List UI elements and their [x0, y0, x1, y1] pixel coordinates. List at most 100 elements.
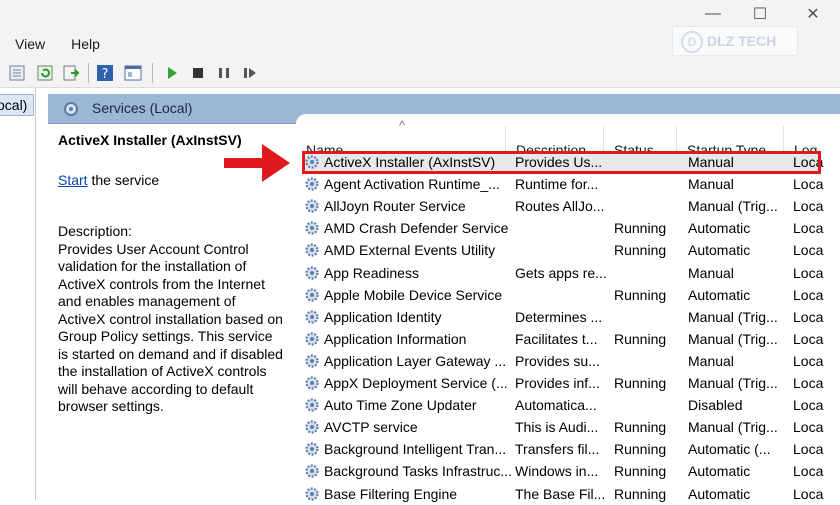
table-row[interactable]: Agent Activation Runtime_... Runtime for.… — [296, 173, 840, 195]
service-name-cell: AMD External Events Utility — [324, 242, 496, 259]
service-startup-type-cell: Manual (Trig... — [688, 308, 778, 325]
service-status-cell: Running — [614, 242, 667, 259]
service-log-on-cell: Loca — [793, 154, 824, 170]
tree-item-services-local[interactable]: ocal) — [0, 94, 34, 116]
table-row[interactable]: AMD External Events Utility Running Automa… — [296, 239, 840, 261]
service-description-cell: Routes AllJo... — [515, 198, 605, 215]
table-row[interactable]: AppX Deployment Service (... Provides inf… — [296, 372, 840, 394]
toolbar: ? — [0, 58, 840, 88]
table-row[interactable]: Application Layer Gateway ... Provides su… — [296, 350, 840, 372]
service-startup-type-cell: Manual — [688, 176, 734, 193]
service-gear-icon — [305, 155, 319, 169]
table-row[interactable]: ActiveX Installer (AxInstSV) Provides Us.… — [296, 151, 840, 173]
table-row[interactable]: AllJoyn Router Service Routes AllJo... Man… — [296, 195, 840, 217]
service-description-cell: Provides inf... — [515, 375, 600, 391]
menu-view[interactable]: View — [7, 36, 53, 52]
table-row[interactable]: Auto Time Zone Updater Automatica... Disab… — [296, 394, 840, 416]
service-status-cell: Running — [614, 441, 667, 458]
table-row[interactable]: AMD Crash Defender Service Running Automat… — [296, 217, 840, 239]
service-status-cell: Running — [614, 286, 667, 303]
table-row[interactable]: Application Identity Determines ... Manual… — [296, 306, 840, 328]
service-gear-icon — [305, 243, 319, 257]
service-gear-icon — [305, 420, 319, 434]
properties-icon[interactable] — [8, 64, 26, 82]
restart-service-icon[interactable] — [241, 64, 259, 82]
menu-help[interactable]: Help — [63, 36, 108, 52]
start-service-link[interactable]: Start — [58, 172, 88, 188]
help-icon[interactable]: ? — [96, 64, 114, 82]
service-gear-icon — [305, 354, 319, 368]
service-name-cell: Base Filtering Engine — [324, 485, 458, 502]
service-gear-icon — [305, 442, 319, 456]
service-log-on-cell: Loca — [793, 463, 824, 480]
service-name-cell: Agent Activation Runtime_... — [324, 176, 500, 193]
service-name-cell: Auto Time Zone Updater — [324, 397, 477, 414]
service-description-cell: Provides Us... — [515, 154, 603, 170]
service-description-cell: The Base Fil... — [515, 485, 606, 502]
service-startup-type-cell: Automatic — [688, 220, 751, 237]
console-tree: ocal) — [0, 88, 36, 500]
service-description-cell: Windows in... — [515, 463, 599, 480]
service-startup-type-cell: Manual — [688, 264, 734, 281]
service-log-on-cell: Loca — [793, 375, 824, 391]
service-gear-icon — [305, 199, 319, 213]
service-gear-icon — [305, 310, 319, 324]
service-gear-icon — [305, 221, 319, 235]
table-row[interactable]: Apple Mobile Device Service Running Automa… — [296, 284, 840, 306]
description-text: Provides User Account Control validation… — [58, 240, 283, 415]
stop-service-icon[interactable] — [189, 64, 207, 82]
service-log-on-cell: Loca — [793, 198, 824, 215]
service-name-cell: AppX Deployment Service (... — [324, 375, 508, 391]
service-name-cell: ActiveX Installer (AxInstSV) — [324, 154, 496, 170]
service-name-cell: App Readiness — [324, 264, 419, 281]
service-gear-icon — [305, 177, 319, 191]
service-startup-type-cell: Automatic — [688, 242, 751, 259]
watermark-text: DLZ TECH — [707, 33, 777, 49]
service-gear-icon — [305, 265, 319, 280]
service-startup-type-cell: Automatic (... — [688, 441, 771, 458]
service-log-on-cell: Loca — [793, 419, 824, 436]
service-gear-icon — [305, 287, 319, 302]
service-status-cell: Running — [614, 419, 667, 436]
service-status-cell: Running — [614, 220, 667, 237]
service-description-cell: Gets apps re... — [515, 264, 607, 281]
description-label: Description: — [58, 223, 132, 239]
pause-service-icon[interactable] — [215, 64, 233, 82]
service-name-cell: Application Identity — [324, 308, 442, 325]
service-name-cell: AVCTP service — [324, 419, 418, 436]
table-row[interactable]: App Readiness Gets apps re... Manual Loca — [296, 262, 840, 284]
service-log-on-cell: Loca — [793, 308, 824, 325]
service-log-on-cell: Loca — [793, 286, 824, 303]
service-startup-type-cell: Manual — [688, 154, 734, 170]
toolbar-separator — [88, 63, 89, 83]
toolbar-separator — [152, 63, 153, 83]
export-list-icon[interactable] — [62, 64, 80, 82]
service-startup-type-cell: Automatic — [688, 463, 751, 480]
services-gear-icon — [64, 102, 78, 116]
service-log-on-cell: Loca — [793, 220, 824, 237]
logo-d-icon: D — [681, 31, 703, 53]
service-description-cell: Provides su... — [515, 352, 600, 369]
table-row[interactable]: Application Information Facilitates t... R… — [296, 328, 840, 350]
table-row[interactable]: Base Filtering Engine The Base Fil... Runn… — [296, 483, 840, 505]
start-service-icon[interactable] — [163, 64, 181, 82]
service-gear-icon — [305, 398, 319, 412]
table-row[interactable]: Background Tasks Infrastruc... Windows in… — [296, 460, 840, 482]
service-description-cell: Determines ... — [515, 308, 603, 325]
service-startup-type-cell: Automatic — [688, 286, 751, 303]
table-row[interactable]: AVCTP service This is Audi... Running Manua… — [296, 416, 840, 438]
svg-text:?: ? — [102, 67, 109, 82]
service-startup-type-cell: Manual (Trig... — [688, 375, 778, 391]
show-hide-console-icon[interactable] — [124, 64, 142, 82]
service-name-cell: AllJoyn Router Service — [324, 198, 466, 215]
table-row[interactable]: Background Intelligent Tran... Transfers … — [296, 438, 840, 460]
minimize-button[interactable]: — — [690, 0, 736, 28]
watermark-logo: D DLZ TECH — [672, 26, 798, 56]
refresh-icon[interactable] — [36, 64, 54, 82]
service-startup-type-cell: Disabled — [688, 397, 743, 414]
service-name-cell: Background Tasks Infrastruc... — [324, 463, 513, 480]
maximize-button[interactable]: ☐ — [737, 0, 783, 28]
service-name-cell: Application Information — [324, 330, 467, 347]
service-log-on-cell: Loca — [793, 264, 824, 281]
close-button[interactable]: ✕ — [790, 0, 836, 28]
